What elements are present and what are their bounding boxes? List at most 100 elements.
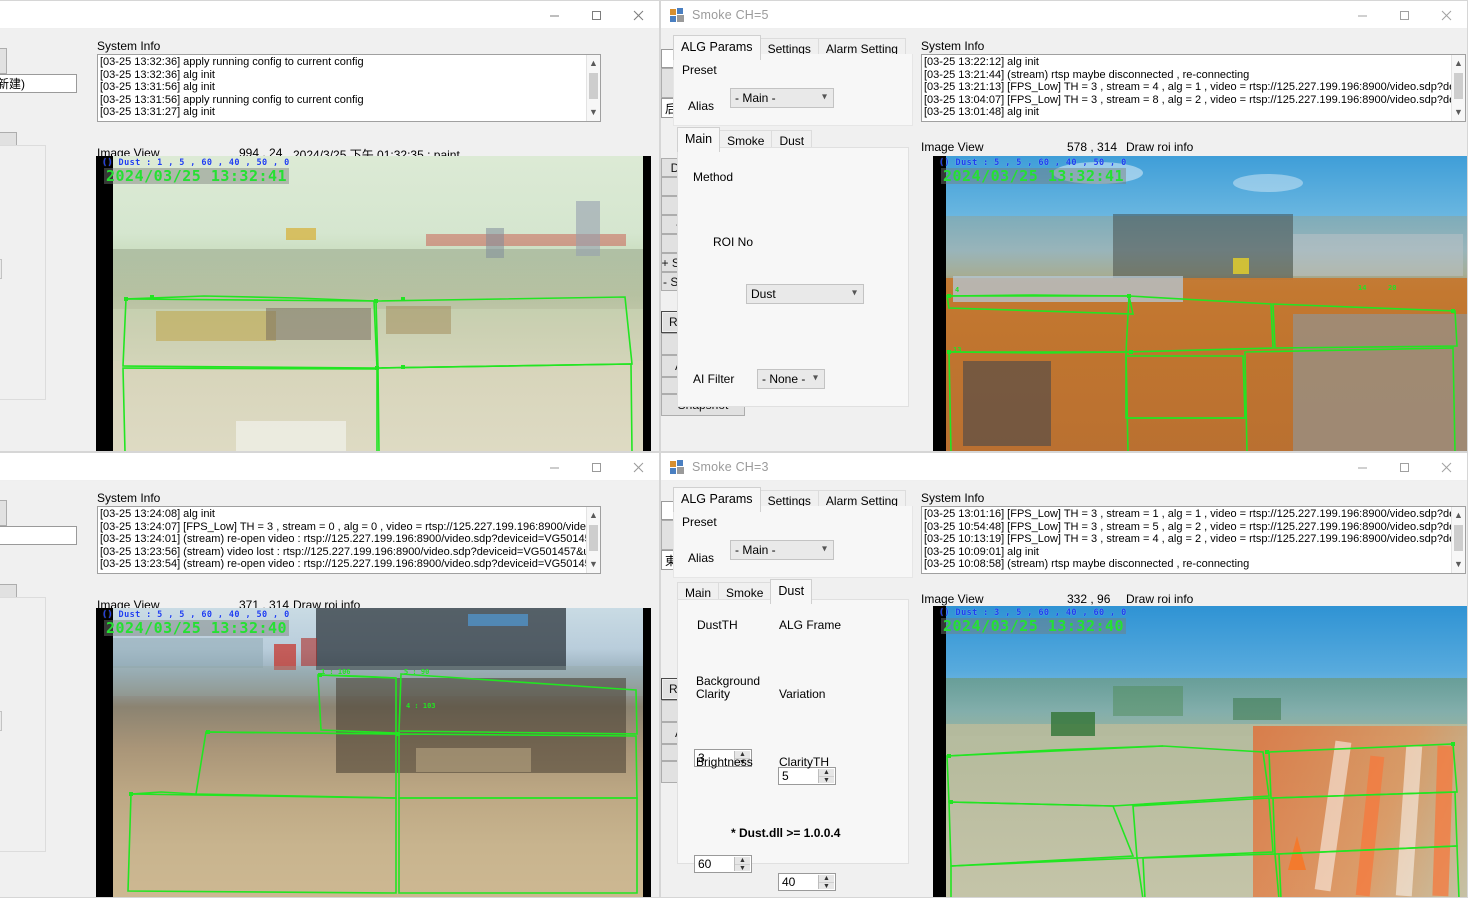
scrollbar-bottom-left[interactable]: ▲ ▼ [586,507,600,573]
sync-button-bottom-left[interactable]: Sync [0,500,7,526]
roi-label: 4 [955,286,959,294]
preset-label-ch5: Preset [682,63,717,77]
list-item: [03-25 10:09:01] alg init [924,545,1039,558]
system-info-list-bottom-left[interactable]: [03-25 13:24:08] alg init [03-25 13:24:0… [97,506,601,574]
list-item: [03-25 13:31:27] alg init [100,106,215,119]
maximize-icon[interactable] [575,1,617,29]
window-smoke-ch5[interactable]: Smoke CH=5 ALG Params Settings Alarm Set… [660,0,1468,452]
roi-label: 1 : 106 [321,668,351,676]
window-buttons-bottom-left [533,453,659,481]
system-info-list-ch3[interactable]: [03-25 13:01:16] [FPS_Low] TH = 3 , stre… [921,506,1466,574]
maximize-icon[interactable] [1383,1,1425,29]
tab-alg-params[interactable]: ALG Params [673,487,761,512]
roi-overlay-ch3 [946,742,1460,897]
video-view-bottom-left[interactable]: () Dust : 5 , 5 , 60 , 40 , 50 , 0 2024/… [96,608,651,897]
method-combo-top-left[interactable]: ▾ [0,259,2,279]
roi-label: 5 : 90 [404,668,429,676]
close-icon[interactable] [1425,1,1467,29]
scrollbar-ch3[interactable]: ▲ ▼ [1451,507,1465,573]
spinner-up-icon[interactable]: ▲ [819,769,834,777]
tab-alg-params[interactable]: ALG Params [673,35,761,60]
scroll-down-icon[interactable]: ▼ [1454,106,1463,119]
scroll-down-icon[interactable]: ▼ [1454,558,1463,571]
spinner-buttons[interactable]: ▲ ▼ [818,769,834,784]
titlebar-smoke-ch5[interactable]: Smoke CH=5 [661,1,1467,29]
list-item: [03-25 13:23:54] (stream) re-open video … [100,558,598,571]
preset-combo-ch5[interactable]: - Main - ▾ [730,88,834,108]
spinner-up-icon[interactable]: ▲ [819,875,834,883]
roi-label: 13 [953,346,961,354]
spinner-down-icon[interactable]: ▼ [735,865,750,872]
scrollbar-top-left[interactable]: ▲ ▼ [586,55,600,121]
maximize-icon[interactable] [1383,453,1425,481]
scrollbar-thumb[interactable] [1454,525,1463,551]
scroll-down-icon[interactable]: ▼ [589,106,598,119]
titlebar-bottom-left[interactable] [0,453,659,481]
variation-stepper-ch3[interactable]: 40 ▲ ▼ [778,873,836,891]
roi-label: 14 [1358,284,1366,292]
spinner-up-icon[interactable]: ▲ [735,857,750,865]
dustth-label-ch3: DustTH [697,618,738,632]
scrollbar-thumb[interactable] [589,73,598,99]
list-item: [03-25 13:24:08] alg init [100,508,215,520]
ai-filter-label-ch5: AI Filter [693,372,735,386]
scroll-down-icon[interactable]: ▼ [589,558,598,571]
scrollbar-thumb[interactable] [1454,73,1463,99]
window-smoke-ch3[interactable]: Smoke CH=3 ALG Params Settings Alarm Set… [660,452,1468,898]
video-view-top-left[interactable]: () Dust : 1 , 5 , 60 , 40 , 50 , 0 2024/… [96,156,651,451]
scroll-up-icon[interactable]: ▲ [589,509,598,522]
scroll-up-icon[interactable]: ▲ [1454,57,1463,70]
background-clarity-stepper-ch3[interactable]: 60 ▲ ▼ [694,855,752,873]
method-combo-bottom-left[interactable]: ▾ [0,711,2,731]
scroll-up-icon[interactable]: ▲ [1454,509,1463,522]
minimize-icon[interactable] [533,1,575,29]
maximize-icon[interactable] [575,453,617,481]
window-title-smoke-ch5: Smoke CH=5 [692,7,769,22]
preset-label-ch3: Preset [682,515,717,529]
desktop-root: Setting Sync 建工程(新建) ▾ Done - ROI - RONI… [0,0,1468,898]
alg-frame-stepper-ch3[interactable]: 5 ▲ ▼ [778,767,836,785]
alias-field-top-left[interactable]: 建工程(新建) [0,74,77,93]
titlebar-smoke-ch3[interactable]: Smoke CH=3 [661,453,1467,481]
spinner-buttons[interactable]: ▲ ▼ [818,875,834,890]
roi-no-combo-ch5[interactable]: - None - ▾ [757,369,825,389]
list-item: [03-25 13:22:12] alg init [924,56,1039,68]
close-icon[interactable] [1425,453,1467,481]
video-view-ch5[interactable]: () Dust : 5 , 5 , 60 , 40 , 50 , 0 2024/… [933,156,1467,451]
spinner-buttons[interactable]: ▲ ▼ [734,857,750,872]
list-item: [03-25 13:32:36] apply running config to… [100,56,364,68]
chevron-down-icon: ▾ [812,372,818,384]
list-item: [03-25 13:24:07] [FPS_Low] TH = 3 , stre… [100,520,598,533]
minimize-icon[interactable] [533,453,575,481]
window-top-left[interactable]: Setting Sync 建工程(新建) ▾ Done - ROI - RONI… [0,0,660,452]
video-view-ch3[interactable]: () Dust : 3 , 5 , 60 , 40 , 60 , 0 2024/… [933,606,1467,897]
inner-tab-main[interactable]: Main [677,127,721,152]
close-icon[interactable] [617,453,659,481]
scrollbar-thumb[interactable] [589,525,598,551]
scrollbar-ch5[interactable]: ▲ ▼ [1451,55,1465,121]
background-clarity-label-line1-ch3: Background [696,674,761,688]
system-info-list-ch5[interactable]: [03-25 13:22:12] alg init [03-25 13:21:4… [921,54,1466,122]
close-icon[interactable] [617,1,659,29]
method-combo-ch5[interactable]: Dust ▾ [746,284,864,304]
inner-tab-dust[interactable]: Dust [770,579,813,604]
scroll-up-icon[interactable]: ▲ [589,57,598,70]
clarityth-label-ch3: ClarityTH [779,755,829,769]
dust-dll-note-ch3: * Dust.dll >= 1.0.0.4 [731,826,841,840]
alias-label-ch3: Alias [688,551,715,565]
alias-field-bottom-left[interactable]: 樓段 [0,526,77,545]
minimize-icon[interactable] [1341,1,1383,29]
chevron-down-icon: ▾ [851,287,857,299]
list-item: [03-25 13:31:56] apply running config to… [100,93,364,106]
spinner-down-icon[interactable]: ▼ [819,777,834,784]
list-item: [03-25 10:08:58] (stream) rtsp maybe dis… [924,558,1250,571]
app-icon [670,459,684,474]
preset-combo-ch3[interactable]: - Main - ▾ [730,540,834,560]
titlebar-top-left[interactable] [0,1,659,29]
sync-button-top-left[interactable]: Sync [0,48,7,74]
main-tab-panel-ch5 [677,147,909,407]
spinner-down-icon[interactable]: ▼ [819,883,834,890]
system-info-list-top-left[interactable]: [03-25 13:32:36] apply running config to… [97,54,601,122]
minimize-icon[interactable] [1341,453,1383,481]
window-bottom-left[interactable]: Setting Sync 樓段 ▾ Done - ROI - RONI tabl… [0,452,660,898]
